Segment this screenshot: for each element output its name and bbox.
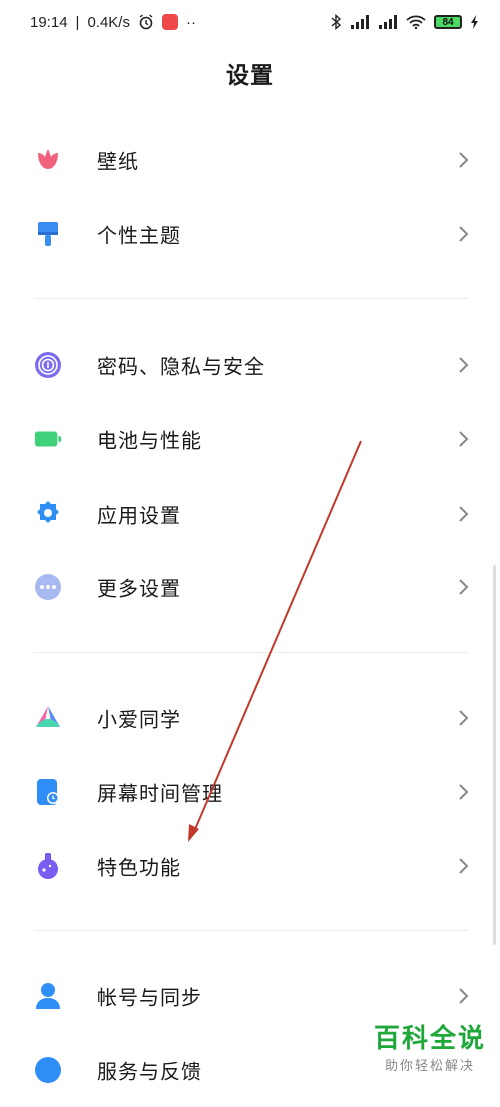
chevron-right-icon (458, 225, 470, 243)
tulip-icon (34, 146, 62, 174)
settings-item-label: 帐号与同步 (97, 985, 202, 1010)
settings-item-label: 密码、隐私与安全 (97, 354, 265, 379)
charging-icon (470, 15, 480, 29)
bluetooth-icon (330, 14, 342, 30)
page-title: 设置 (226, 63, 274, 89)
watermark-subtitle: 助你轻松解决 (384, 1058, 475, 1073)
settings-item-label: 应用设置 (97, 503, 181, 528)
watermark: 百科全说 助你轻松解决 (374, 1018, 486, 1074)
settings-item-label: 服务与反馈 (97, 1059, 202, 1084)
signal-icon-2 (378, 15, 398, 29)
settings-item-label: 更多设置 (97, 576, 181, 601)
battery-indicator: 84 (434, 15, 462, 29)
chevron-right-icon (458, 578, 470, 596)
status-bar: 19:14 | 0.4K/s ·· 84 (0, 0, 500, 44)
xiaoai-icon (34, 704, 62, 732)
settings-item-screen-time[interactable]: 屏幕时间管理 (0, 755, 500, 829)
watermark-title: 百科全说 (373, 1023, 486, 1053)
chevron-right-icon (458, 987, 470, 1005)
signal-icon-1 (350, 15, 370, 29)
settings-item-xiaoai[interactable]: 小爱同学 (0, 681, 500, 755)
status-time: 19:14 (30, 13, 68, 31)
settings-item-apps[interactable]: 应用设置 (0, 477, 500, 551)
settings-item-features[interactable]: 特色功能 (0, 829, 500, 903)
settings-item-wallpaper[interactable]: 壁纸 (0, 123, 500, 197)
chevron-right-icon (458, 783, 470, 801)
wifi-icon (406, 15, 426, 29)
chevron-right-icon (458, 151, 470, 169)
battery-icon (34, 425, 62, 453)
status-right: 84 (330, 14, 480, 30)
scrollbar[interactable] (493, 565, 496, 945)
settings-item-more[interactable]: 更多设置 (0, 550, 500, 624)
settings-item-label: 壁纸 (97, 149, 139, 174)
flask-icon (34, 852, 62, 880)
service-icon (34, 1056, 62, 1084)
person-icon (34, 982, 62, 1010)
settings-item-battery[interactable]: 电池与性能 (0, 402, 500, 476)
chevron-right-icon (458, 356, 470, 374)
settings-item-label: 电池与性能 (97, 428, 202, 453)
chevron-right-icon (458, 857, 470, 875)
app-notification-icon (161, 14, 178, 30)
group-divider (34, 298, 468, 299)
settings-item-label: 小爱同学 (97, 707, 181, 732)
more-dots-icon (34, 573, 62, 601)
settings-item-label: 特色功能 (97, 855, 181, 880)
settings-item-theme[interactable]: 个性主题 (0, 197, 500, 271)
status-network-speed: 0.4K/s (87, 13, 130, 31)
alarm-icon (138, 14, 154, 30)
chevron-right-icon (458, 505, 470, 523)
group-divider (34, 930, 468, 931)
chevron-right-icon (458, 430, 470, 448)
settings-item-label: 屏幕时间管理 (97, 781, 223, 806)
gear-icon (34, 500, 62, 528)
fingerprint-icon (34, 351, 62, 379)
settings-item-label: 个性主题 (97, 223, 181, 248)
chevron-right-icon (458, 709, 470, 727)
status-left: 19:14 | 0.4K/s ·· (30, 14, 196, 31)
screen-time-icon (34, 778, 62, 806)
status-separator: | (75, 13, 80, 31)
paintbrush-icon (34, 220, 62, 248)
settings-item-privacy[interactable]: 密码、隐私与安全 (0, 328, 500, 402)
group-divider (34, 652, 468, 653)
more-notifications-icon: ·· (185, 13, 196, 31)
